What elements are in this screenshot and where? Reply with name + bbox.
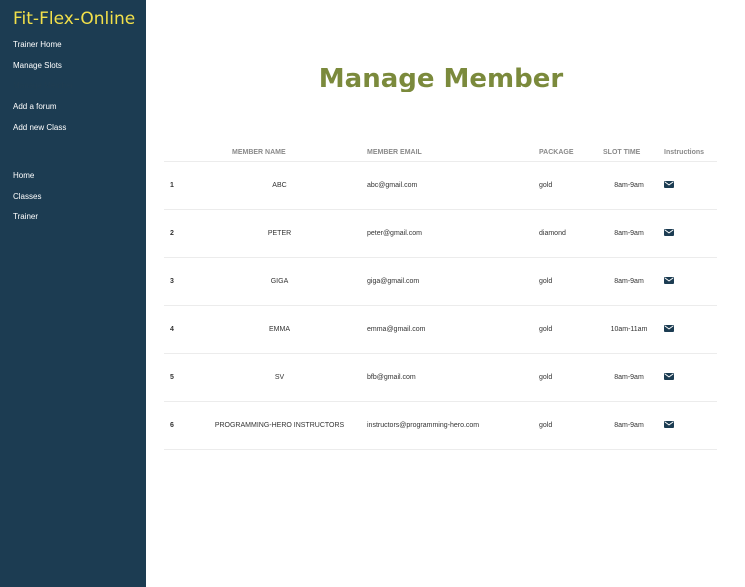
member-name: SV bbox=[192, 353, 367, 402]
row-index: 4 bbox=[164, 305, 192, 354]
envelope-icon[interactable] bbox=[664, 228, 674, 236]
member-email: instructors@programming-hero.com bbox=[367, 401, 539, 450]
row-index: 3 bbox=[164, 257, 192, 306]
member-name: PROGRAMMING-HERO INSTRUCTORS bbox=[192, 401, 367, 450]
sidebar-item-add-forum[interactable]: Add a forum bbox=[13, 102, 57, 111]
table-row: 1 ABC abc@gmail.com gold 8am-9am bbox=[164, 161, 717, 210]
sidebar-item-classes[interactable]: Classes bbox=[13, 192, 41, 201]
members-table: MEMBER NAME MEMBER EMAIL PACKAGE SLOT TI… bbox=[164, 144, 717, 450]
header-slot-time: SLOT TIME bbox=[597, 144, 661, 162]
member-slot-time: 8am-9am bbox=[597, 209, 661, 258]
envelope-icon[interactable] bbox=[664, 324, 674, 332]
member-package: gold bbox=[539, 161, 597, 210]
member-slot-time: 8am-9am bbox=[597, 353, 661, 402]
instructions-cell bbox=[661, 257, 717, 306]
brand-logo[interactable]: Fit-Flex-Online bbox=[13, 9, 135, 29]
table-row: 3 GIGA giga@gmail.com gold 8am-9am bbox=[164, 257, 717, 306]
member-email: emma@gmail.com bbox=[367, 305, 539, 354]
app-root: Fit-Flex-Online Trainer Home Manage Slot… bbox=[0, 0, 745, 587]
sidebar: Fit-Flex-Online Trainer Home Manage Slot… bbox=[0, 0, 146, 587]
member-package: diamond bbox=[539, 209, 597, 258]
member-package: gold bbox=[539, 401, 597, 450]
header-index bbox=[164, 144, 192, 162]
member-email: peter@gmail.com bbox=[367, 209, 539, 258]
member-email: abc@gmail.com bbox=[367, 161, 539, 210]
envelope-icon[interactable] bbox=[664, 180, 674, 188]
header-member-name: MEMBER NAME bbox=[192, 144, 367, 162]
member-package: gold bbox=[539, 257, 597, 306]
header-member-email: MEMBER EMAIL bbox=[367, 144, 539, 162]
member-package: gold bbox=[539, 305, 597, 354]
table-header-row: MEMBER NAME MEMBER EMAIL PACKAGE SLOT TI… bbox=[164, 144, 717, 162]
header-package: PACKAGE bbox=[539, 144, 597, 162]
page-title: Manage Member bbox=[318, 64, 564, 92]
row-index: 6 bbox=[164, 401, 192, 450]
member-slot-time: 8am-9am bbox=[597, 401, 661, 450]
member-slot-time: 10am-11am bbox=[597, 305, 661, 354]
table-row: 2 PETER peter@gmail.com diamond 8am-9am bbox=[164, 209, 717, 258]
member-email: giga@gmail.com bbox=[367, 257, 539, 306]
member-slot-time: 8am-9am bbox=[597, 257, 661, 306]
member-package: gold bbox=[539, 353, 597, 402]
row-index: 1 bbox=[164, 161, 192, 210]
envelope-icon[interactable] bbox=[664, 276, 674, 284]
instructions-cell bbox=[661, 401, 717, 450]
envelope-icon[interactable] bbox=[664, 372, 674, 380]
main-content: Manage Member MEMBER NAME MEMBER EMAIL P… bbox=[146, 0, 745, 587]
instructions-cell bbox=[661, 209, 717, 258]
instructions-cell bbox=[661, 353, 717, 402]
table-row: 5 SV bfb@gmail.com gold 8am-9am bbox=[164, 353, 717, 402]
member-name: GIGA bbox=[192, 257, 367, 306]
sidebar-item-manage-slots[interactable]: Manage Slots bbox=[13, 61, 62, 70]
member-name: EMMA bbox=[192, 305, 367, 354]
table-row: 6 PROGRAMMING-HERO INSTRUCTORS instructo… bbox=[164, 401, 717, 450]
sidebar-item-home[interactable]: Home bbox=[13, 171, 34, 180]
sidebar-item-trainer[interactable]: Trainer bbox=[13, 212, 38, 221]
row-index: 5 bbox=[164, 353, 192, 402]
row-index: 2 bbox=[164, 209, 192, 258]
header-instructions: Instructions bbox=[661, 144, 717, 162]
sidebar-item-trainer-home[interactable]: Trainer Home bbox=[13, 40, 62, 49]
table-row: 4 EMMA emma@gmail.com gold 10am-11am bbox=[164, 305, 717, 354]
member-name: ABC bbox=[192, 161, 367, 210]
sidebar-item-add-class[interactable]: Add new Class bbox=[13, 123, 66, 132]
sidebar-item-manage-member[interactable]: Manage Member bbox=[13, 81, 73, 90]
instructions-cell bbox=[661, 161, 717, 210]
member-slot-time: 8am-9am bbox=[597, 161, 661, 210]
table-body: 1 ABC abc@gmail.com gold 8am-9am 2 PETER… bbox=[164, 161, 717, 450]
envelope-icon[interactable] bbox=[664, 420, 674, 428]
instructions-cell bbox=[661, 305, 717, 354]
member-email: bfb@gmail.com bbox=[367, 353, 539, 402]
member-name: PETER bbox=[192, 209, 367, 258]
